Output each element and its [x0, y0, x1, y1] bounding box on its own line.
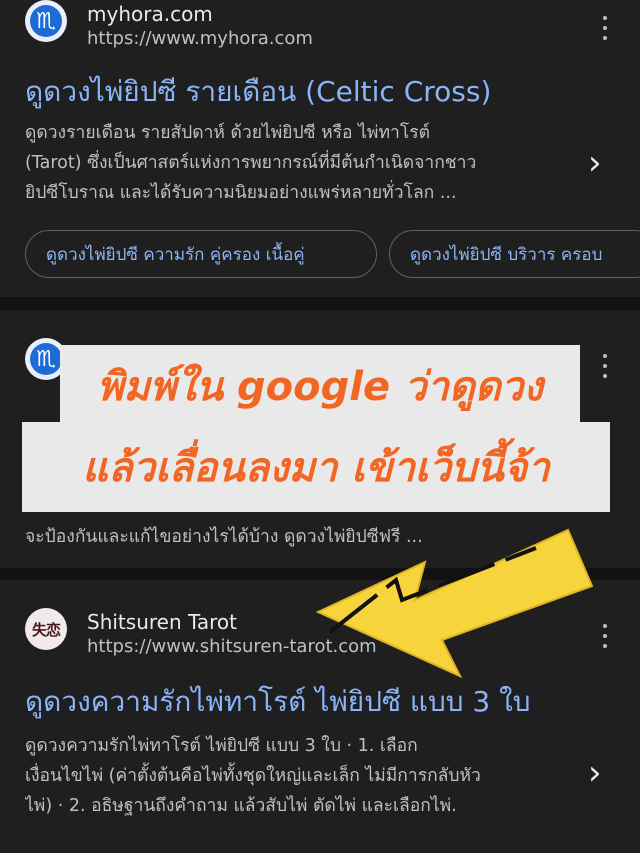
more-options-icon[interactable]	[598, 16, 612, 40]
overlay-caption-line2: แล้วเลื่อนลงมา เข้าเว็บนี้จ้า	[22, 422, 610, 512]
more-options-icon[interactable]	[598, 354, 612, 378]
more-options-icon[interactable]	[598, 624, 612, 648]
site-name[interactable]: myhora.com	[87, 2, 213, 26]
search-result-card: ♏ myhora.com https://www.myhora.com ดูดว…	[0, 0, 640, 297]
site-name[interactable]: Shitsuren Tarot	[87, 610, 237, 634]
myhora-site-icon: ♏	[25, 0, 67, 42]
overlay-caption-line1: พิมพ์ใน google ว่าดูดวง	[60, 345, 580, 427]
chevron-right-icon[interactable]: ›	[588, 756, 602, 790]
search-result-card: 失恋 Shitsuren Tarot https://www.shitsuren…	[0, 580, 640, 853]
result-title-link[interactable]: ดูดวงไพ่ยิปซี รายเดือน (Celtic Cross)	[25, 70, 491, 114]
result-snippet: ดูดวงรายเดือน รายสัปดาห์ ด้วยไพ่ยิปซี หร…	[25, 123, 477, 203]
site-url[interactable]: https://www.myhora.com	[87, 28, 313, 49]
related-chip-love[interactable]: ดูดวงไพ่ยิปซี ความรัก คู่ครอง เนื้อคู่	[25, 230, 377, 278]
chevron-right-icon[interactable]: ›	[588, 146, 602, 180]
result-title-link[interactable]: ดูดวงความรักไพ่ทาโรต์ ไพ่ยิปซี แบบ 3 ใบ	[25, 680, 531, 724]
result-snippet: จะป้องกันและแก้ไขอย่างไรได้บ้าง ดูดวงไพ่…	[25, 527, 423, 547]
site-url[interactable]: https://www.shitsuren-tarot.com	[87, 636, 377, 657]
shitsuren-site-icon: 失恋	[25, 608, 67, 650]
related-chip-career[interactable]: ดูดวงไพ่ยิปซี บริวาร ครอบ	[389, 230, 640, 278]
result-snippet: ดูดวงความรักไพ่ทาโรต์ ไพ่ยิปซี แบบ 3 ใบ …	[25, 736, 481, 816]
